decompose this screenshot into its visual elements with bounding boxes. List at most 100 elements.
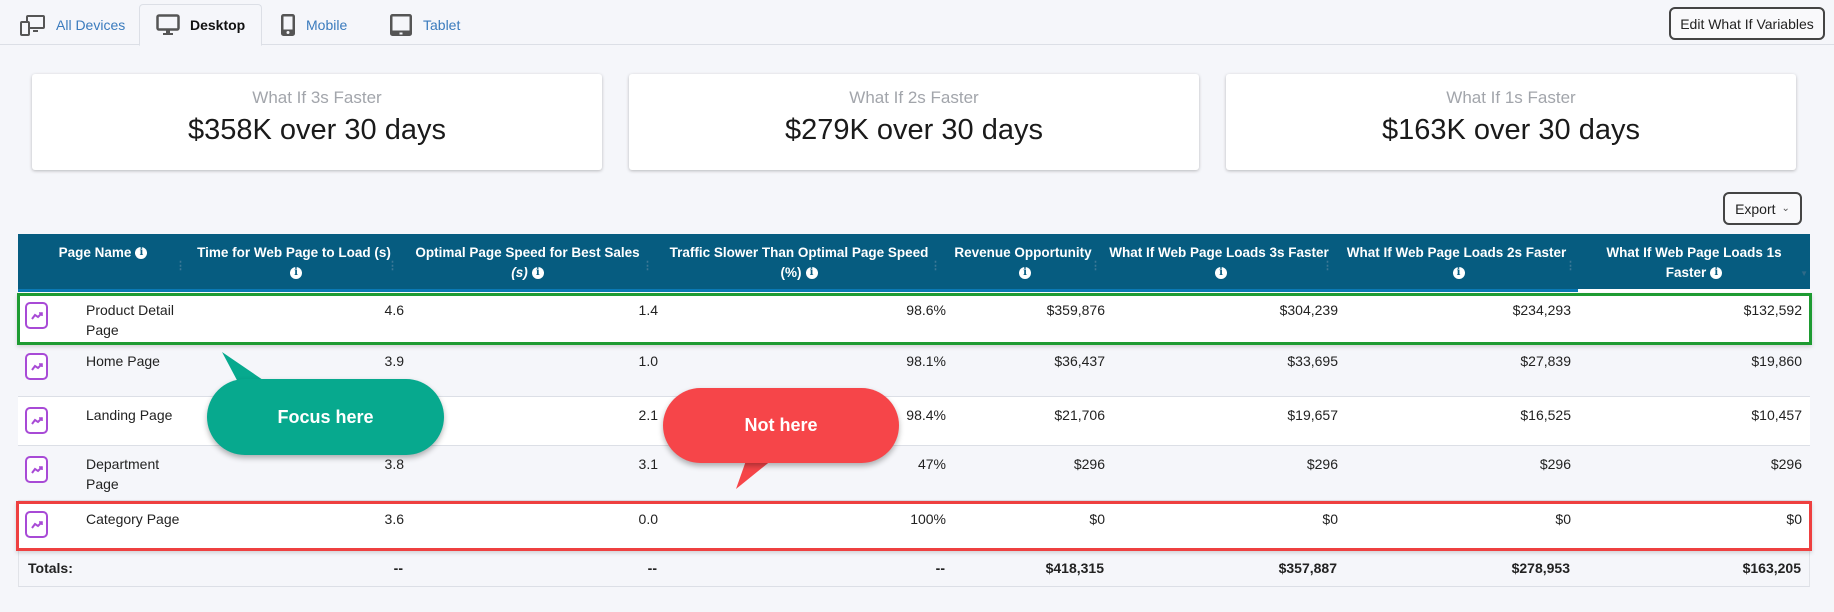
totals-optimal: -- bbox=[647, 560, 657, 576]
column-header-what-if-1s[interactable]: What If Web Page Loads 1s Faster i ▼ bbox=[1578, 234, 1810, 292]
page-name[interactable]: Category Page bbox=[86, 509, 186, 529]
column-header-load-time[interactable]: Time for Web Page to Load (s) i ⋮ bbox=[188, 234, 400, 289]
column-header-page-name[interactable]: Page Name i ⋮ bbox=[18, 234, 188, 289]
cell-revenue: $296 bbox=[1073, 456, 1105, 472]
trend-chart-button[interactable] bbox=[25, 456, 48, 483]
chevron-down-icon: ⌄ bbox=[1781, 203, 1790, 214]
page-name[interactable]: Product Detail Page bbox=[86, 300, 186, 340]
trending-up-icon bbox=[30, 520, 43, 529]
cell-w2: $27,839 bbox=[1520, 353, 1571, 369]
info-icon[interactable]: i bbox=[805, 267, 818, 280]
cell-w3: $33,695 bbox=[1287, 353, 1338, 369]
cell-w1: $10,457 bbox=[1751, 407, 1802, 423]
sort-handle-icon[interactable]: ⋮ bbox=[642, 256, 653, 276]
card-label: What If 2s Faster bbox=[849, 88, 979, 107]
cell-load: 4.6 bbox=[384, 302, 404, 318]
trend-chart-button[interactable] bbox=[25, 302, 48, 329]
column-header-what-if-2s[interactable]: What If Web Page Loads 2s Faster i ⋮ bbox=[1335, 234, 1578, 289]
trend-chart-button[interactable] bbox=[25, 407, 48, 434]
cell-w1: $132,592 bbox=[1743, 302, 1802, 318]
cell-revenue: $21,706 bbox=[1054, 407, 1105, 423]
trending-up-icon bbox=[30, 416, 43, 425]
totals-what-if-3s: $357,887 bbox=[1278, 560, 1337, 576]
column-header-label: What If Web Page Loads 2s Faster bbox=[1346, 245, 1567, 260]
totals-row: Totals: -- -- -- $418,315 $357,887 $278,… bbox=[18, 549, 1810, 587]
sort-handle-icon[interactable]: ⋮ bbox=[1565, 256, 1576, 276]
not-here-callout: Not here bbox=[663, 388, 899, 463]
cell-revenue: $359,876 bbox=[1046, 302, 1105, 318]
summary-card-2s: What If 2s Faster $279K over 30 days bbox=[629, 74, 1199, 170]
info-icon[interactable]: i bbox=[290, 267, 302, 280]
cell-w2: $234,293 bbox=[1512, 302, 1571, 318]
column-header-label: What If Web Page Loads 3s Faster bbox=[1109, 245, 1329, 260]
cell-w3: $296 bbox=[1306, 456, 1338, 472]
cell-slower: 100% bbox=[910, 511, 946, 527]
totals-label: Totals: bbox=[28, 560, 73, 576]
desktop-icon bbox=[156, 14, 180, 36]
totals-slower: -- bbox=[935, 560, 945, 576]
cell-w2: $16,525 bbox=[1520, 407, 1571, 423]
tab-desktop[interactable]: Desktop bbox=[139, 4, 263, 46]
column-header-label: What If Web Page Loads 1s bbox=[1606, 245, 1782, 260]
card-value: $358K over 30 days bbox=[188, 114, 446, 146]
info-icon[interactable]: i bbox=[1710, 267, 1723, 280]
info-icon[interactable]: i bbox=[1215, 267, 1227, 280]
sort-handle-icon[interactable]: ⋮ bbox=[387, 256, 398, 276]
all-devices-icon bbox=[20, 14, 46, 36]
column-header-label: Revenue Opportunity bbox=[954, 245, 1092, 260]
info-icon[interactable]: i bbox=[531, 267, 544, 280]
export-label: Export bbox=[1735, 200, 1776, 217]
info-icon[interactable]: i bbox=[1452, 267, 1465, 280]
info-icon[interactable]: i bbox=[1019, 267, 1031, 280]
cell-load: 3.8 bbox=[384, 456, 404, 472]
card-value: $279K over 30 days bbox=[785, 114, 1043, 146]
tab-all-devices[interactable]: All Devices bbox=[4, 4, 141, 45]
cell-w3: $0 bbox=[1322, 511, 1338, 527]
table-row[interactable]: Category Page 3.6 0.0 100% $0 $0 $0 $0 bbox=[18, 501, 1810, 549]
cell-w1: $0 bbox=[1786, 511, 1802, 527]
column-header-label: Page Name bbox=[58, 245, 132, 260]
device-tabs: All Devices Desktop Mobile Tablet bbox=[0, 0, 1834, 46]
column-header-optimal-speed[interactable]: Optimal Page Speed for Best Sales (s) i ⋮ bbox=[400, 234, 655, 289]
totals-what-if-2s: $278,953 bbox=[1511, 560, 1570, 576]
trending-up-icon bbox=[30, 311, 43, 320]
sort-handle-icon[interactable]: ⋮ bbox=[1322, 256, 1333, 276]
trend-chart-button[interactable] bbox=[25, 511, 48, 538]
column-header-unit: (s) bbox=[511, 265, 528, 280]
tab-tablet[interactable]: Tablet bbox=[373, 4, 476, 45]
cell-optimal: 2.1 bbox=[638, 407, 658, 423]
sort-desc-icon[interactable]: ▼ bbox=[1800, 264, 1808, 284]
totals-revenue: $418,315 bbox=[1045, 560, 1104, 576]
edit-what-if-variables-button[interactable]: Edit What If Variables bbox=[1669, 7, 1825, 40]
cell-w2: $0 bbox=[1555, 511, 1571, 527]
tab-tablet-label: Tablet bbox=[423, 16, 461, 33]
page-name[interactable]: Home Page bbox=[86, 351, 186, 371]
page-name[interactable]: Department Page bbox=[86, 454, 186, 494]
column-header-label: Traffic Slower Than Optimal Page Speed bbox=[669, 245, 929, 260]
cell-w2: $296 bbox=[1539, 456, 1571, 472]
export-button[interactable]: Export ⌄ bbox=[1723, 192, 1802, 225]
column-header-label: Optimal Page Speed for Best Sales bbox=[415, 245, 640, 260]
cell-revenue: $0 bbox=[1089, 511, 1105, 527]
tab-mobile[interactable]: Mobile bbox=[264, 4, 363, 45]
cell-w3: $304,239 bbox=[1279, 302, 1338, 318]
table-row[interactable]: Product Detail Page 4.6 1.4 98.6% $359,876 $3… bbox=[18, 292, 1810, 343]
trending-up-icon bbox=[30, 362, 43, 371]
cell-optimal: 1.0 bbox=[638, 353, 658, 369]
cell-w1: $296 bbox=[1770, 456, 1802, 472]
cell-slower: 98.4% bbox=[906, 407, 946, 423]
info-icon[interactable]: i bbox=[135, 247, 148, 260]
column-header-what-if-3s[interactable]: What If Web Page Loads 3s Faster i ⋮ bbox=[1103, 234, 1335, 289]
page-name[interactable]: Landing Page bbox=[86, 405, 186, 425]
trend-chart-button[interactable] bbox=[25, 353, 48, 380]
cell-optimal: 3.1 bbox=[638, 456, 658, 472]
column-header-revenue-opportunity[interactable]: Revenue Opportunity i ⋮ bbox=[943, 234, 1103, 289]
sort-handle-icon[interactable]: ⋮ bbox=[1090, 256, 1101, 276]
sort-handle-icon[interactable]: ⋮ bbox=[175, 256, 186, 276]
card-value: $163K over 30 days bbox=[1382, 114, 1640, 146]
sort-handle-icon[interactable]: ⋮ bbox=[930, 256, 941, 276]
cell-w1: $19,860 bbox=[1751, 353, 1802, 369]
column-header-label: Time for Web Page to Load (s) bbox=[197, 245, 391, 260]
tab-desktop-label: Desktop bbox=[190, 17, 246, 33]
column-header-traffic-slower[interactable]: Traffic Slower Than Optimal Page Speed (%… bbox=[655, 234, 943, 289]
